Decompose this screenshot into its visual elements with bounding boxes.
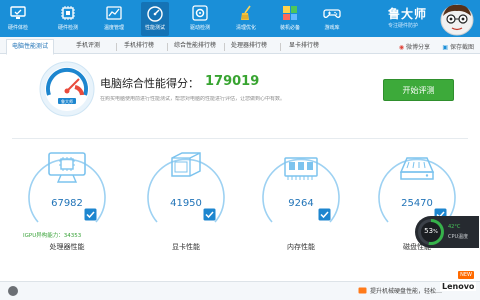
cpu-temperature-label: CPU温度: [448, 234, 469, 240]
weibo-icon: ◉: [398, 44, 405, 51]
monitor-check-icon: [10, 6, 26, 19]
tab-gpu-ranking[interactable]: 显卡排行榜: [289, 40, 319, 54]
tab-separator: [116, 43, 117, 51]
nav-item-hardware-detect[interactable]: 硬件检测: [54, 2, 82, 36]
tab-separator: [167, 43, 168, 51]
weibo-share-button[interactable]: ◉ 微博分享: [399, 42, 430, 51]
brand-name: 鲁大师: [388, 7, 428, 21]
tab-overall-ranking[interactable]: 综合性能排行榜: [174, 40, 216, 54]
nav-label: 清理优化: [235, 25, 256, 31]
memory-chip-icon: [284, 157, 318, 180]
nav-label: 游戏库: [324, 25, 340, 31]
nav-label: 温度管理: [103, 25, 124, 31]
gpu-label: 显卡性能: [172, 243, 200, 251]
section-divider: [12, 138, 468, 139]
new-badge: NEW: [458, 271, 474, 279]
save-screenshot-button[interactable]: ▣ 保存截图: [442, 42, 474, 51]
nav-item-game-library[interactable]: 游戏库: [318, 2, 346, 36]
cpu-usage-percent: 53%: [417, 227, 445, 235]
disk-tip-icon: [358, 287, 367, 294]
cpu-temperature: 42°C: [448, 224, 461, 230]
tab-pc-performance[interactable]: 电脑性能测试: [6, 39, 55, 55]
nav-label: 装机必备: [279, 25, 300, 31]
sub-tab-bar: 电脑性能测试 手机评测 手机排行榜 综合性能排行榜 处理器排行榜 显卡排行榜 ◉…: [0, 37, 480, 55]
nav-item-essentials[interactable]: 装机必备: [276, 2, 304, 36]
nav-item-hardware-checkup[interactable]: 硬件体检: [4, 2, 32, 36]
bottom-status-bar: 提升机械硬盘性能，轻松…: [0, 281, 480, 300]
camera-icon: ▣: [442, 44, 449, 51]
mascot-avatar[interactable]: [438, 1, 476, 37]
tab-cpu-ranking[interactable]: 处理器排行榜: [231, 40, 267, 54]
overall-score-value: 179019: [205, 74, 260, 89]
tab-phone-review[interactable]: 手机评测: [76, 40, 100, 54]
cpu-usage-value: 53: [424, 227, 434, 235]
nav-label: 硬件检测: [57, 25, 78, 31]
package-icon: [283, 6, 297, 20]
memory-label: 内存性能: [287, 243, 315, 251]
cpu-monitor-icon: [48, 152, 86, 183]
performance-gauge-icon: 鲁大师: [39, 61, 95, 117]
tab-separator: [280, 43, 281, 51]
gauge-badge: 鲁大师: [61, 98, 73, 104]
nav-label: 性能测试: [144, 25, 165, 31]
nav-label: 硬件体检: [7, 25, 28, 31]
checkmark-icon: [318, 208, 331, 221]
checkmark-icon: [203, 208, 216, 221]
igpu-label: IGPU异构能力：: [23, 233, 64, 239]
broom-icon: [241, 5, 251, 20]
tab-separator: [224, 43, 225, 51]
top-nav-bar: 硬件体检 硬件检测 温度管理 性能测试 驱动检测 清理优化 装机必备 游戏库 鲁…: [0, 0, 480, 37]
score-description: 在购买电脑使用前进行性能测试，帮您对电脑的性能进行评估，让您做到心中有数。: [100, 96, 286, 102]
speedometer-icon: [147, 6, 163, 22]
disk-boost-tip[interactable]: 提升机械硬盘性能，轻松…: [370, 286, 442, 295]
hard-disk-icon: [399, 157, 435, 180]
igpu-value: 34353: [63, 233, 82, 239]
memory-performance-card[interactable]: 9264 内存性能: [262, 142, 340, 251]
gpu-performance-card[interactable]: 41950 显卡性能: [147, 142, 225, 251]
chip-icon: [61, 6, 75, 20]
overall-score-label: 电脑综合性能得分：: [100, 77, 199, 90]
nav-item-performance-test[interactable]: 性能测试: [141, 2, 169, 36]
nav-item-driver[interactable]: 驱动检测: [186, 2, 214, 36]
cpu-label: 处理器性能: [49, 243, 85, 251]
cpu-performance-card[interactable]: 67982 处理器性能: [28, 142, 106, 251]
tab-phone-ranking[interactable]: 手机排行榜: [124, 40, 154, 54]
igpu-capability: IGPU异构能力：34353: [23, 231, 81, 239]
thermometer-icon: [106, 6, 122, 20]
status-icon[interactable]: [8, 286, 18, 296]
save-label: 保存截图: [449, 44, 474, 51]
nav-item-temperature[interactable]: 温度管理: [100, 2, 128, 36]
nav-item-cleanup[interactable]: 清理优化: [232, 2, 260, 36]
checkmark-icon: [84, 208, 97, 221]
share-label: 微博分享: [405, 44, 430, 51]
start-evaluation-button[interactable]: 开始评测: [383, 79, 454, 101]
nav-label: 驱动检测: [189, 25, 210, 31]
lenovo-watermark: Lenovo: [440, 282, 477, 291]
gamepad-icon: [323, 9, 341, 18]
cpu-usage-unit: %: [433, 229, 438, 235]
cpu-monitor-widget[interactable]: 53% 42°C CPU温度: [415, 216, 479, 248]
graphics-card-icon: [171, 152, 201, 177]
brand-tagline: 专注硬件防护: [388, 23, 419, 29]
driver-gear-icon: [192, 5, 208, 21]
